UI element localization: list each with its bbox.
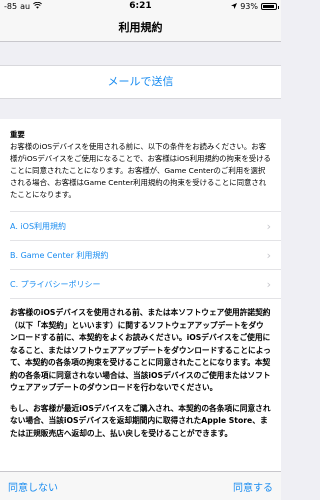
- bottom-toolbar: 同意しない 同意する: [0, 471, 281, 500]
- terms-links-list: A. iOS利用規約 › B. Game Center 利用規約 › C. プラ…: [10, 211, 281, 299]
- important-heading: 重要: [10, 130, 25, 139]
- terms-scroll-view[interactable]: 重要 お客様のiOSデバイスを使用される前に、以下の条件をお読みください。お客様…: [0, 119, 281, 471]
- terms-paragraph-2: もし、お客様が最近iOSデバイスをご購入され、本契約の各条項に同意されない場合、…: [10, 403, 271, 438]
- spacer: [0, 99, 281, 119]
- battery-icon: [261, 3, 279, 10]
- link-label: C. プライバシーポリシー: [10, 279, 101, 289]
- battery-percent: 93%: [240, 2, 258, 11]
- important-body: お客様のiOSデバイスを使用される前に、以下の条件をお読みください。お客様がiO…: [10, 142, 271, 199]
- important-section: 重要 お客様のiOSデバイスを使用される前に、以下の条件をお読みください。お客様…: [0, 119, 281, 201]
- send-email-button[interactable]: メールで送信: [0, 65, 281, 99]
- link-label: B. Game Center 利用規約: [10, 250, 109, 260]
- disagree-button[interactable]: 同意しない: [8, 479, 58, 494]
- nav-title: 利用規約: [0, 14, 281, 42]
- location-icon: [231, 2, 238, 11]
- link-game-center-terms[interactable]: B. Game Center 利用規約 ›: [10, 241, 281, 270]
- terms-paragraph-1: お客様のiOSデバイスを使用される前、または本ソフトウェア使用許諾契約（以下「本…: [10, 308, 271, 392]
- link-label: A. iOS利用規約: [10, 221, 67, 231]
- status-bar: -85 au 6:21 93%: [0, 0, 281, 14]
- chevron-right-icon: ›: [266, 219, 271, 233]
- link-ios-terms[interactable]: A. iOS利用規約 ›: [10, 212, 281, 241]
- status-right: 93%: [231, 2, 279, 11]
- link-privacy-policy[interactable]: C. プライバシーポリシー ›: [10, 270, 281, 299]
- chevron-right-icon: ›: [266, 248, 271, 262]
- spacer: [0, 43, 281, 65]
- battery-fill: [263, 5, 275, 8]
- agree-button[interactable]: 同意する: [233, 479, 273, 494]
- chevron-right-icon: ›: [266, 277, 271, 291]
